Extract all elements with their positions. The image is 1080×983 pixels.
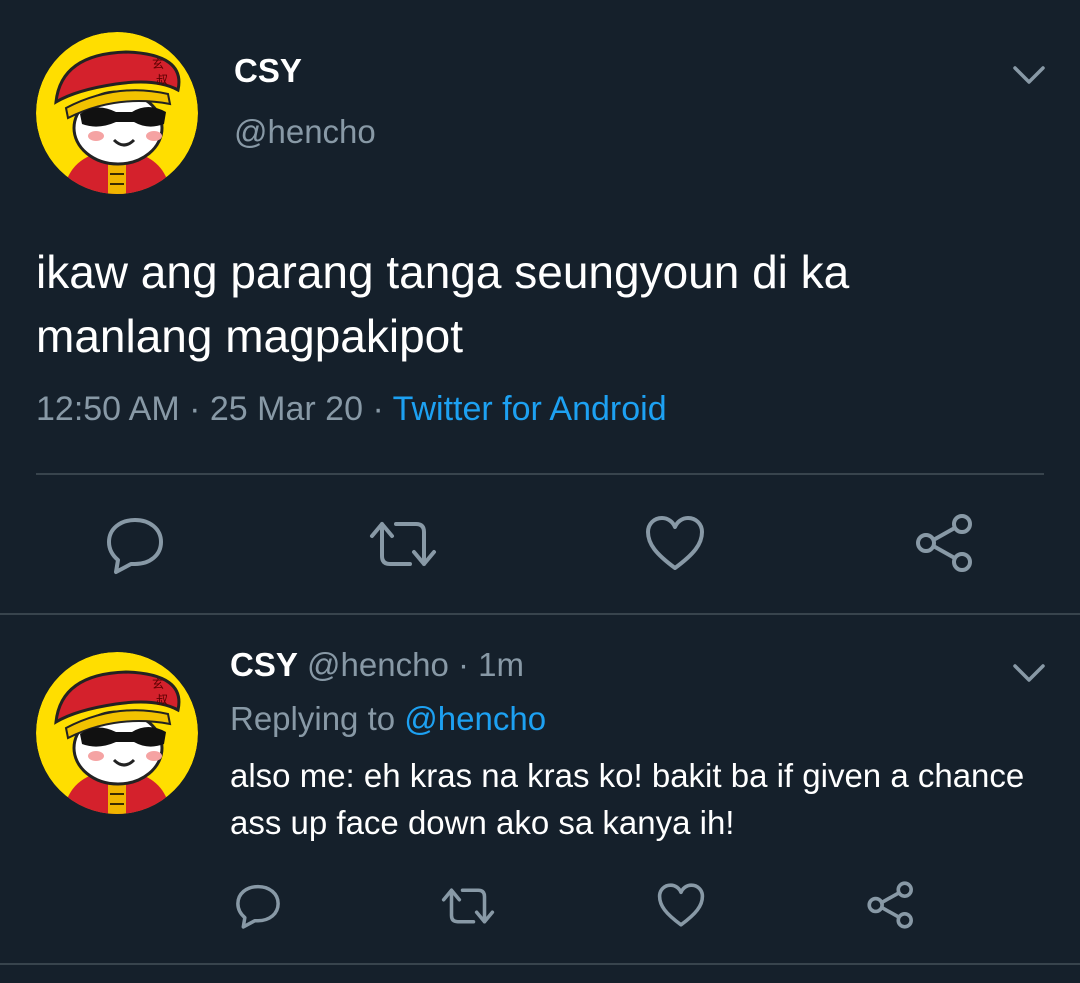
replying-to-line: Replying to @hencho [230,700,546,738]
svg-text:玄: 玄 [152,56,164,71]
main-tweet-chevron-down-icon[interactable] [1012,64,1046,86]
reply-tweet-chevron-down-icon[interactable] [1012,662,1046,684]
reply-tweet-time[interactable]: 1m [478,646,524,683]
main-tweet-share-icon[interactable] [914,512,976,574]
main-tweet-reply-icon[interactable] [104,514,166,576]
svg-text:玄: 玄 [152,676,164,691]
reply-tweet-handle[interactable]: @hencho [307,646,449,683]
replying-prefix: Replying to [230,700,396,737]
main-tweet-retweet-icon[interactable] [368,516,438,572]
divider [0,963,1080,965]
main-tweet-text: ikaw ang parang tanga seungyoun di ka ma… [36,246,850,362]
svg-text:叔: 叔 [156,693,168,707]
meta-separator: · [372,390,384,428]
main-tweet-time: 12:50 AM [36,390,180,428]
reply-tweet-heart-icon[interactable] [656,882,706,928]
reply-tweet-avatar[interactable]: 玄 叔 [36,652,198,814]
reply-tweet-share-icon[interactable] [866,880,916,930]
reply-tweet-header: CSY @hencho · 1m [230,646,524,684]
reply-tweet-display-name[interactable]: CSY [230,646,298,683]
divider [36,473,1044,475]
main-tweet-meta: 12:50 AM · 25 Mar 20 · Twitter for Andro… [36,390,667,429]
main-tweet-date: 25 Mar 20 [209,390,363,428]
meta-separator: · [457,646,469,683]
reply-tweet-text: also me: eh kras na kras ko! bakit ba if… [230,757,1025,841]
main-tweet-display-name[interactable]: CSY [234,52,302,90]
meta-separator: · [189,390,201,428]
divider [0,613,1080,615]
main-tweet-avatar[interactable]: 玄 叔 [36,32,198,194]
reply-tweet-retweet-icon[interactable] [440,884,496,928]
reply-tweet-reply-icon[interactable] [234,882,282,930]
main-tweet-source-link[interactable]: Twitter for Android [393,390,667,428]
replying-to-link[interactable]: @hencho [404,700,546,737]
main-tweet-heart-icon[interactable] [644,514,706,572]
svg-text:叔: 叔 [156,73,168,87]
main-tweet-handle[interactable]: @hencho [234,113,376,151]
